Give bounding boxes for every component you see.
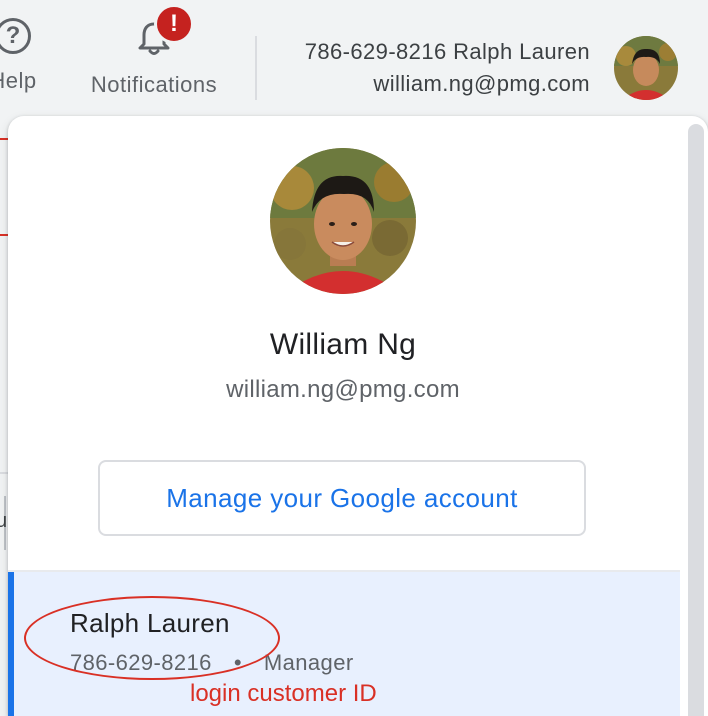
account-info[interactable]: 786-629-8216 Ralph Lauren william.ng@pmg… [305, 36, 590, 100]
account-info-line1: 786-629-8216 Ralph Lauren [304, 39, 590, 64]
alert-badge: ! [154, 4, 194, 44]
background-divider [0, 234, 8, 236]
background-text-fragment: u [0, 510, 8, 532]
background-divider [0, 472, 8, 474]
profile-photo [270, 148, 416, 294]
profile-avatar [270, 148, 416, 294]
avatar-photo [614, 36, 678, 100]
selected-indicator [8, 572, 14, 716]
notifications-button[interactable]: ! Notifications [78, 4, 230, 98]
manage-account-button[interactable]: Manage your Google account [98, 460, 586, 536]
help-label: Help [0, 68, 37, 93]
top-header: ? Help ! Notifications 786-629-8216 Ralp… [0, 0, 708, 116]
user-name: William Ng [269, 328, 417, 361]
background-divider [0, 138, 8, 140]
notifications-label: Notifications [90, 72, 218, 97]
help-circle-icon: ? [0, 18, 31, 54]
scrollbar[interactable] [688, 124, 704, 716]
header-divider [255, 36, 257, 100]
account-list-item-selected[interactable]: Ralph Lauren 786-629-8216 • Manager login … [8, 572, 680, 716]
annotation-label: login customer ID [190, 680, 377, 707]
user-email: william.ng@pmg.com [226, 376, 460, 403]
help-button[interactable]: ? Help [0, 18, 48, 94]
account-info-email: william.ng@pmg.com [373, 71, 590, 96]
annotation-ellipse [24, 596, 280, 680]
account-popup: William Ng william.ng@pmg.com Manage you… [8, 116, 708, 716]
avatar[interactable] [614, 36, 678, 100]
account-role: Manager [263, 650, 354, 675]
